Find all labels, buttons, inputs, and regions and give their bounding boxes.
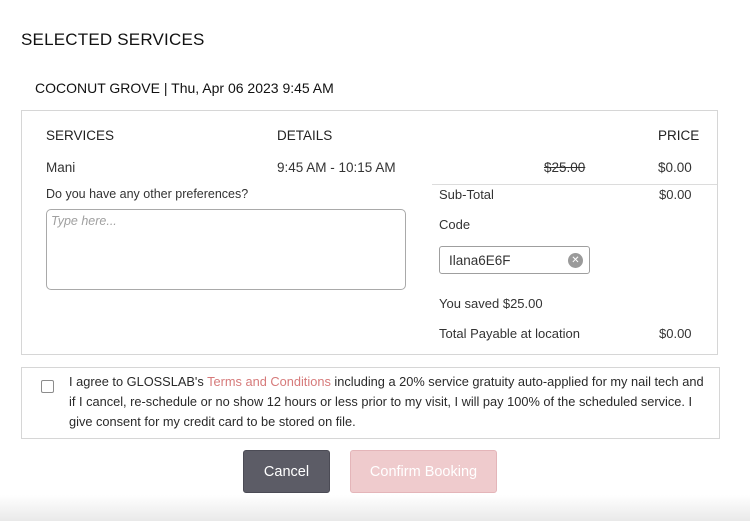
services-header: SERVICES: [46, 128, 115, 143]
subtotal-value: $0.00: [659, 187, 692, 202]
terms-text: I agree to GLOSSLAB's Terms and Conditio…: [69, 372, 709, 432]
service-name: Mani: [46, 160, 76, 175]
promo-code-field[interactable]: Ilana6E6F ✕: [439, 246, 590, 274]
service-price: $0.00: [658, 160, 692, 175]
location-date-time: COCONUT GROVE | Thu, Apr 06 2023 9:45 AM: [35, 80, 334, 96]
original-price: $25.00: [544, 160, 586, 175]
service-time: 9:45 AM - 10:15 AM: [277, 160, 396, 175]
total-label: Total Payable at location: [439, 326, 580, 341]
terms-and-conditions-link[interactable]: Terms and Conditions: [207, 374, 331, 389]
page-title: SELECTED SERVICES: [21, 30, 205, 49]
terms-prefix: I agree to GLOSSLAB's: [69, 374, 208, 389]
preferences-textarea[interactable]: [46, 209, 406, 290]
cancel-button[interactable]: Cancel: [243, 450, 330, 493]
terms-checkbox[interactable]: [41, 380, 54, 393]
confirm-booking-button[interactable]: Confirm Booking: [350, 450, 497, 493]
savings-text: You saved $25.00: [439, 296, 543, 311]
clear-circle-x-icon[interactable]: ✕: [568, 252, 583, 268]
total-value: $0.00: [659, 326, 692, 341]
details-header: DETAILS: [277, 128, 333, 143]
price-header: PRICE: [658, 128, 700, 143]
bottom-shadow: [0, 495, 750, 521]
code-label: Code: [439, 217, 471, 232]
promo-code-value[interactable]: Ilana6E6F: [449, 253, 568, 268]
preferences-label: Do you have any other preferences?: [46, 187, 249, 201]
summary-divider: [432, 184, 717, 185]
subtotal-label: Sub-Total: [439, 187, 494, 202]
